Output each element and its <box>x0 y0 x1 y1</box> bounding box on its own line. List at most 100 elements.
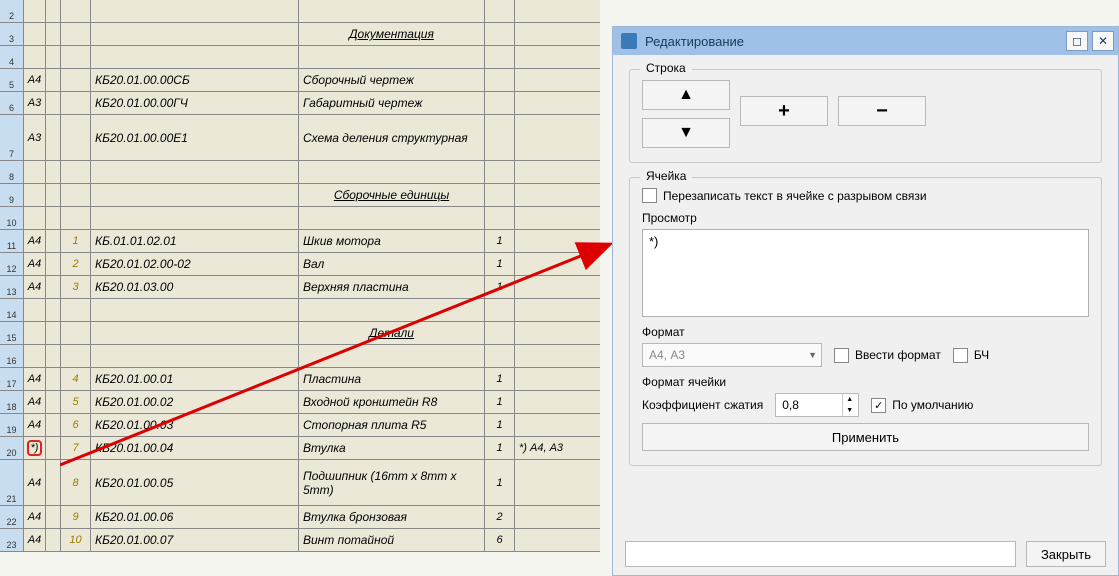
cell-pos[interactable]: 4 <box>61 368 91 390</box>
cell-format[interactable]: *) <box>24 437 46 459</box>
cell-note[interactable] <box>515 230 600 252</box>
row-down-button[interactable]: ▼ <box>642 118 730 148</box>
cell-pos[interactable] <box>61 92 91 114</box>
cell-format[interactable] <box>24 207 46 229</box>
cell-pos[interactable]: 9 <box>61 506 91 528</box>
cell-qty[interactable] <box>485 92 515 114</box>
cell-pos[interactable]: 8 <box>61 460 91 505</box>
cell-name[interactable] <box>299 0 485 22</box>
cell-format[interactable] <box>24 345 46 367</box>
row-number[interactable]: 21 <box>0 460 24 505</box>
cell-qty[interactable]: 1 <box>485 391 515 413</box>
row-number[interactable]: 10 <box>0 207 24 229</box>
cell-qty[interactable] <box>485 184 515 206</box>
cell-note[interactable] <box>515 506 600 528</box>
row-up-button[interactable]: ▲ <box>642 80 730 110</box>
cell-qty[interactable] <box>485 46 515 68</box>
cell-note[interactable] <box>515 207 600 229</box>
cell-zone[interactable] <box>46 414 61 436</box>
row-number[interactable]: 16 <box>0 345 24 367</box>
table-row[interactable]: 10 <box>0 207 600 230</box>
apply-button[interactable]: Применить <box>642 423 1089 451</box>
cell-qty[interactable]: 1 <box>485 437 515 459</box>
cell-zone[interactable] <box>46 69 61 91</box>
row-remove-button[interactable]: − <box>838 96 926 126</box>
cell-zone[interactable] <box>46 92 61 114</box>
table-row[interactable]: 2 <box>0 0 600 23</box>
cell-code[interactable] <box>91 161 299 183</box>
cell-note[interactable] <box>515 460 600 505</box>
cell-name[interactable]: Детали <box>299 322 485 344</box>
table-row[interactable]: 13А43КБ20.01.03.00Верхняя пластина1 <box>0 276 600 299</box>
cell-pos[interactable] <box>61 207 91 229</box>
table-row[interactable]: 21А4 8КБ20.01.00.05Подшипник (16mm x 8mm … <box>0 460 600 506</box>
cell-code[interactable] <box>91 345 299 367</box>
dialog-titlebar[interactable]: Редактирование ◻ ✕ <box>613 27 1118 55</box>
cell-zone[interactable] <box>46 184 61 206</box>
cell-format[interactable] <box>24 161 46 183</box>
cell-code[interactable]: КБ20.01.00.01 <box>91 368 299 390</box>
cell-note[interactable] <box>515 529 600 551</box>
row-number[interactable]: 14 <box>0 299 24 321</box>
cell-name[interactable]: Сборочные единицы <box>299 184 485 206</box>
table-row[interactable]: 20*)7КБ20.01.00.04Втулка1*) А4, А3 <box>0 437 600 460</box>
row-number[interactable]: 15 <box>0 322 24 344</box>
cell-zone[interactable] <box>46 253 61 275</box>
cell-zone[interactable] <box>46 161 61 183</box>
cell-format[interactable]: А3 <box>24 115 46 160</box>
cell-note[interactable] <box>515 23 600 45</box>
cell-code[interactable]: КБ20.01.00.00ГЧ <box>91 92 299 114</box>
cell-name[interactable]: Винт потайной <box>299 529 485 551</box>
cell-note[interactable] <box>515 299 600 321</box>
cell-code[interactable]: КБ20.01.00.03 <box>91 414 299 436</box>
cell-pos[interactable] <box>61 161 91 183</box>
cell-name[interactable]: Сборочный чертеж <box>299 69 485 91</box>
table-row[interactable]: 15 Детали <box>0 322 600 345</box>
cell-pos[interactable]: 7 <box>61 437 91 459</box>
table-row[interactable]: 14 <box>0 299 600 322</box>
cell-format[interactable]: А4 <box>24 253 46 275</box>
cell-qty[interactable] <box>485 345 515 367</box>
cell-zone[interactable] <box>46 322 61 344</box>
cell-pos[interactable] <box>61 322 91 344</box>
coef-spinner[interactable]: 0,8 ▲▼ <box>775 393 859 417</box>
row-number[interactable]: 9 <box>0 184 24 206</box>
table-row[interactable]: 22А49КБ20.01.00.06Втулка бронзовая2 <box>0 506 600 529</box>
cell-code[interactable]: КБ20.01.00.06 <box>91 506 299 528</box>
cell-name[interactable]: Вал <box>299 253 485 275</box>
cell-zone[interactable] <box>46 437 61 459</box>
bch-checkbox[interactable]: БЧ <box>953 348 989 363</box>
enter-format-checkbox[interactable]: Ввести формат <box>834 348 941 363</box>
cell-note[interactable] <box>515 276 600 298</box>
cell-format[interactable]: А4 <box>24 276 46 298</box>
row-number[interactable]: 12 <box>0 253 24 275</box>
table-row[interactable]: 16 <box>0 345 600 368</box>
cell-code[interactable] <box>91 322 299 344</box>
table-row[interactable]: 23А410КБ20.01.00.07Винт потайной6 <box>0 529 600 552</box>
cell-code[interactable]: КБ20.01.00.05 <box>91 460 299 505</box>
row-number[interactable]: 19 <box>0 414 24 436</box>
cell-code[interactable]: КБ20.01.00.04 <box>91 437 299 459</box>
cell-name[interactable]: Стопорная плита R5 <box>299 414 485 436</box>
cell-format[interactable]: А4 <box>24 529 46 551</box>
restore-button[interactable]: ◻ <box>1066 31 1088 51</box>
cell-pos[interactable] <box>61 23 91 45</box>
cell-code[interactable] <box>91 299 299 321</box>
cell-format[interactable]: А3 <box>24 92 46 114</box>
cell-format[interactable] <box>24 46 46 68</box>
cell-pos[interactable]: 6 <box>61 414 91 436</box>
cell-zone[interactable] <box>46 115 61 160</box>
cell-name[interactable]: Подшипник (16mm x 8mm x 5mm) <box>299 460 485 505</box>
cell-zone[interactable] <box>46 276 61 298</box>
cell-format[interactable] <box>24 0 46 22</box>
overwrite-checkbox[interactable]: Перезаписать текст в ячейке с разрывом с… <box>642 188 1089 203</box>
row-number[interactable]: 22 <box>0 506 24 528</box>
cell-name[interactable]: Документация <box>299 23 485 45</box>
close-icon[interactable]: ✕ <box>1092 31 1114 51</box>
cell-name[interactable] <box>299 46 485 68</box>
table-row[interactable]: 7А3КБ20.01.00.00Е1Схема деления структур… <box>0 115 600 161</box>
cell-format[interactable]: А4 <box>24 460 46 505</box>
cell-code[interactable]: КБ20.01.02.00-02 <box>91 253 299 275</box>
cell-pos[interactable]: 5 <box>61 391 91 413</box>
cell-qty[interactable]: 1 <box>485 253 515 275</box>
